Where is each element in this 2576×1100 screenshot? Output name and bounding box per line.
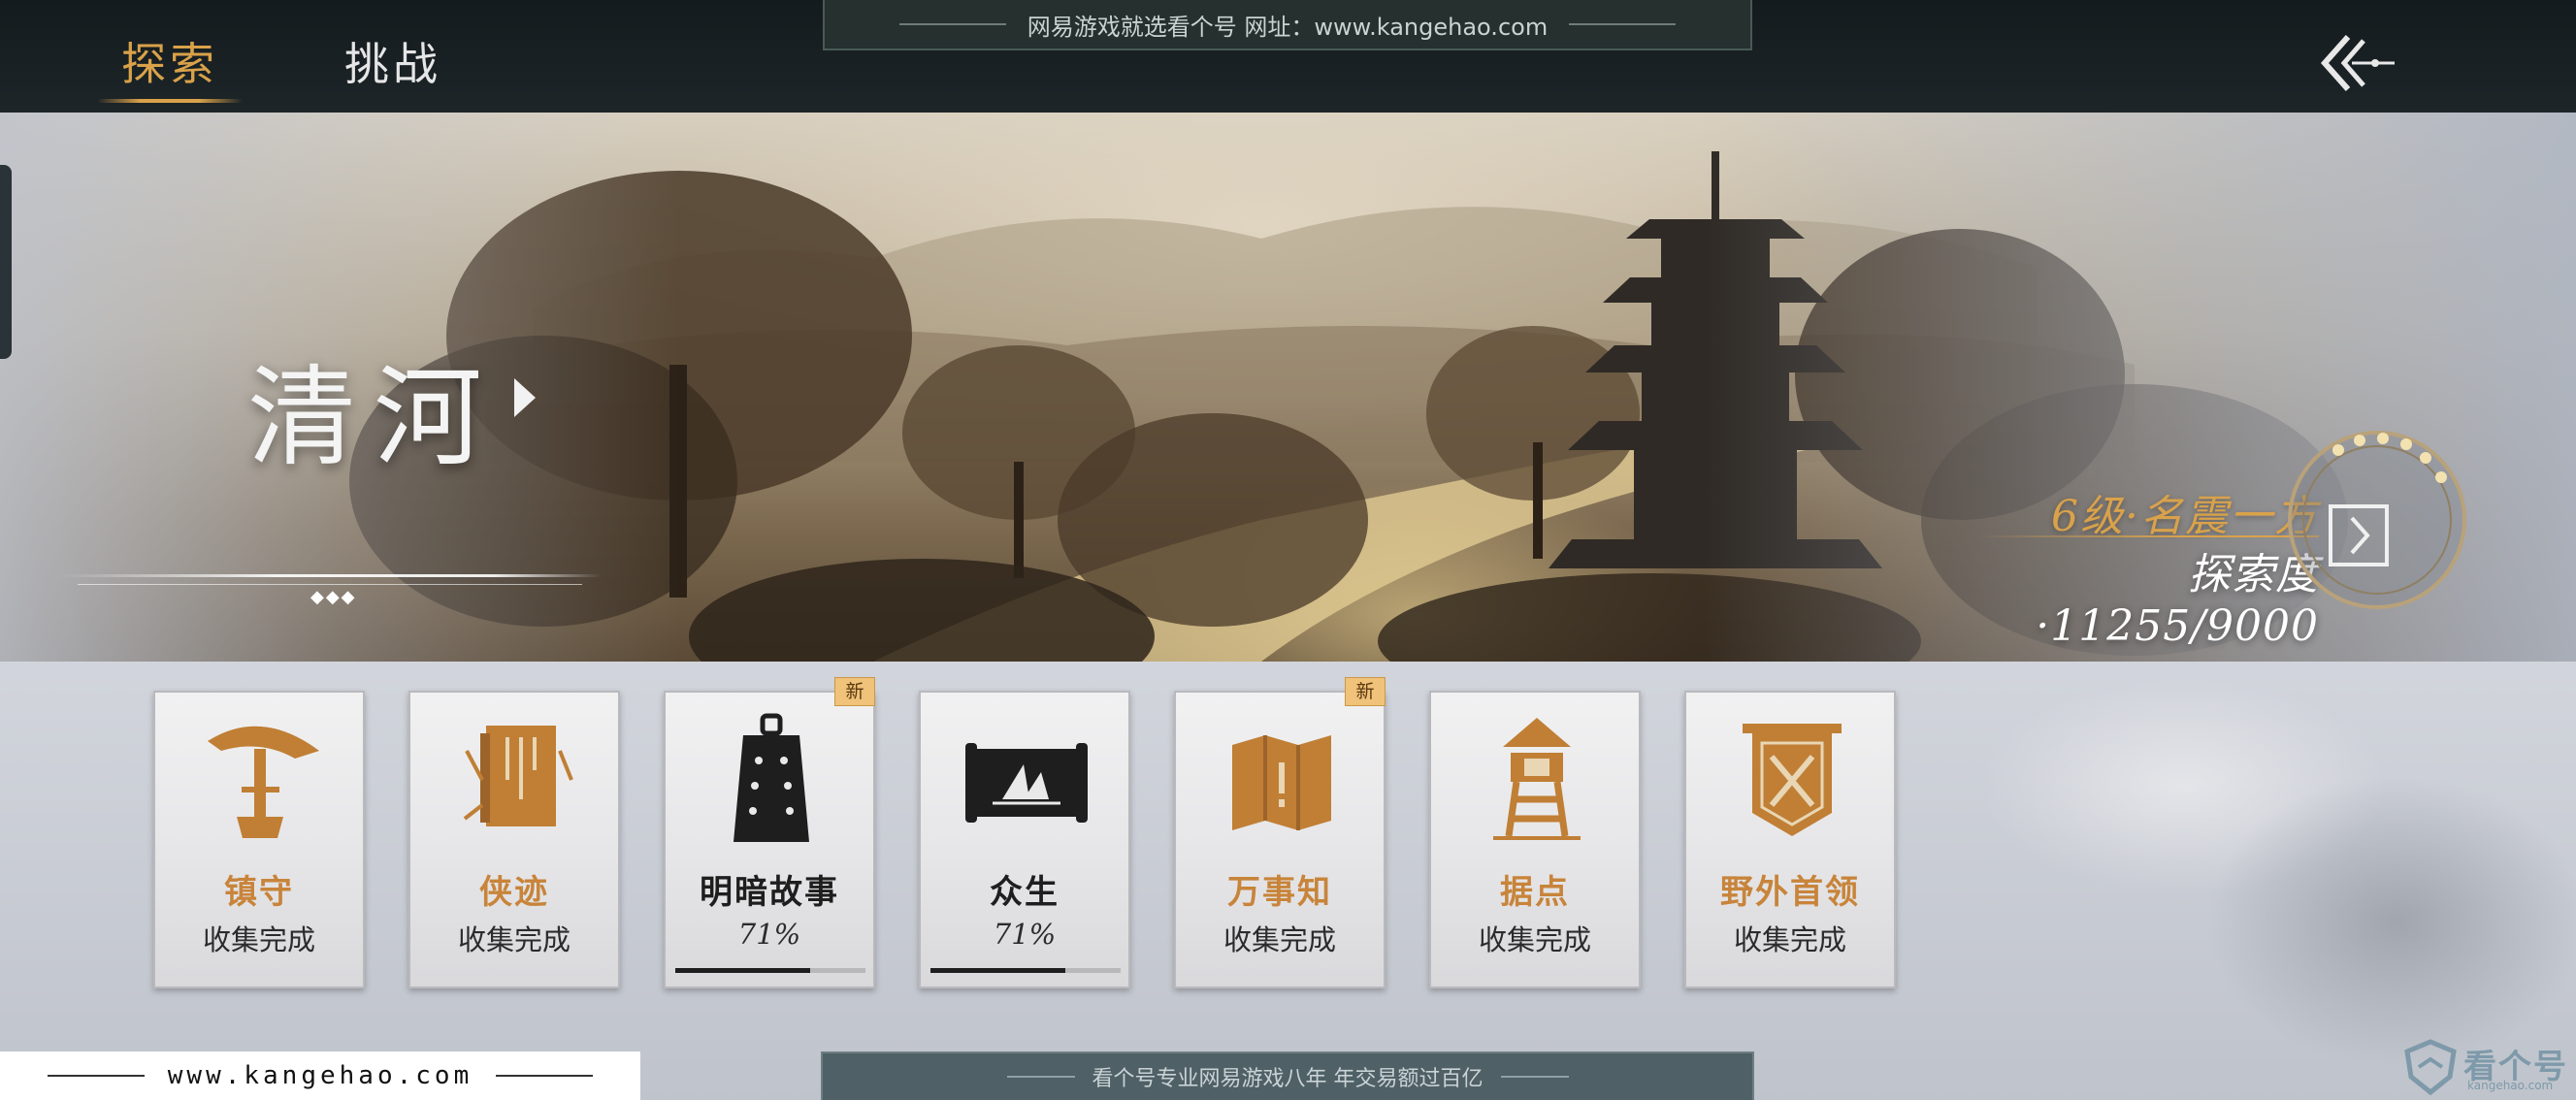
back-button[interactable] (2319, 29, 2397, 97)
card-guard[interactable]: 镇守 收集完成 (153, 691, 365, 988)
progress-bar (930, 968, 1121, 973)
card-title: 侠迹 (479, 873, 549, 912)
bottom-watermark-text: 看个号专业网易游戏八年 年交易额过百亿 (1092, 1067, 1484, 1091)
card-title: 明暗故事 (700, 873, 839, 912)
card-status: 收集完成 (202, 923, 315, 956)
region-underline (58, 574, 602, 577)
card-title: 万事知 (1227, 873, 1332, 912)
card-status: 收集完成 (457, 923, 571, 956)
card-know-everything[interactable]: 新 万事知 收集完成 (1174, 677, 1386, 988)
banner-swords-icon (1743, 724, 1842, 836)
progress-bar-fill (675, 968, 811, 973)
triangle-right-icon (514, 378, 536, 417)
bottom-watermark: 看个号专业网易游戏八年 年交易额过百亿 (821, 1051, 1754, 1100)
region-expand-button[interactable] (512, 376, 538, 419)
card-status: 收集完成 (1733, 923, 1846, 956)
brand-url: kangehao.com (2467, 1079, 2554, 1092)
card-progress-label: 71% (993, 918, 1057, 951)
progress-bar-fill (930, 968, 1066, 973)
card-status: 收集完成 (1223, 923, 1336, 956)
region-detail-button[interactable] (2280, 423, 2474, 617)
hat-icon (208, 726, 319, 838)
card-status: 收集完成 (1478, 923, 1591, 956)
compass-ring-icon (2288, 431, 2466, 609)
card-light-dark-stories[interactable]: 新 明暗故事 71% (664, 677, 875, 988)
new-badge: 新 (834, 677, 875, 706)
exploration-progress: 探索度·11255/9000 (2036, 550, 2319, 651)
divider (1500, 1076, 1569, 1078)
card-title: 镇守 (224, 873, 294, 912)
card-title: 众生 (990, 873, 1060, 912)
card-all-beings[interactable]: 众生 71% (919, 691, 1130, 988)
scroll-icon (965, 743, 1088, 823)
region-rank: 6级·名震一方 (2051, 492, 2319, 541)
card-title: 据点 (1500, 873, 1570, 912)
card-title: 野外首领 (1720, 873, 1860, 912)
side-drawer-handle[interactable] (0, 165, 12, 359)
tab-challenge[interactable]: 挑战 (340, 29, 446, 107)
progress-bar (675, 968, 865, 973)
watchtower-icon (1493, 718, 1581, 840)
rank-divider (1979, 535, 2319, 537)
tab-explore[interactable]: 探索 (97, 29, 243, 107)
footer-site-text: www.kangehao.com (167, 1061, 473, 1090)
book-icon (463, 726, 573, 826)
divider (496, 1075, 594, 1077)
card-wild-bosses[interactable]: 野外首领 收集完成 (1684, 691, 1896, 988)
card-strongholds[interactable]: 据点 收集完成 (1429, 691, 1641, 988)
map-icon (1232, 735, 1331, 830)
region-name[interactable]: 清河 (247, 330, 500, 487)
top-watermark: 网易游戏就选看个号 网址：www.kangehao.com (823, 0, 1752, 50)
divider (1569, 23, 1677, 25)
divider (898, 23, 1006, 25)
region-underline (78, 584, 582, 585)
double-chevron-left-icon (2320, 35, 2395, 91)
shield-logo-icon (2404, 1039, 2457, 1096)
card-progress-label: 71% (737, 918, 801, 951)
ornament-dots-icon: ◆◆◆ (310, 587, 357, 607)
footer-site-watermark: www.kangehao.com (0, 1051, 640, 1100)
top-watermark-text: 网易游戏就选看个号 网址：www.kangehao.com (1027, 13, 1549, 41)
brand-logo: 看个号 kangehao.com (2401, 1034, 2576, 1100)
top-bar: 探索 挑战 网易游戏就选看个号 网址：www.kangehao.com (0, 0, 2576, 113)
divider (47, 1075, 145, 1077)
bell-icon (734, 713, 809, 842)
new-badge: 新 (1345, 677, 1386, 706)
divider (1006, 1076, 1075, 1078)
card-hero-traces[interactable]: 侠迹 收集完成 (408, 691, 620, 988)
